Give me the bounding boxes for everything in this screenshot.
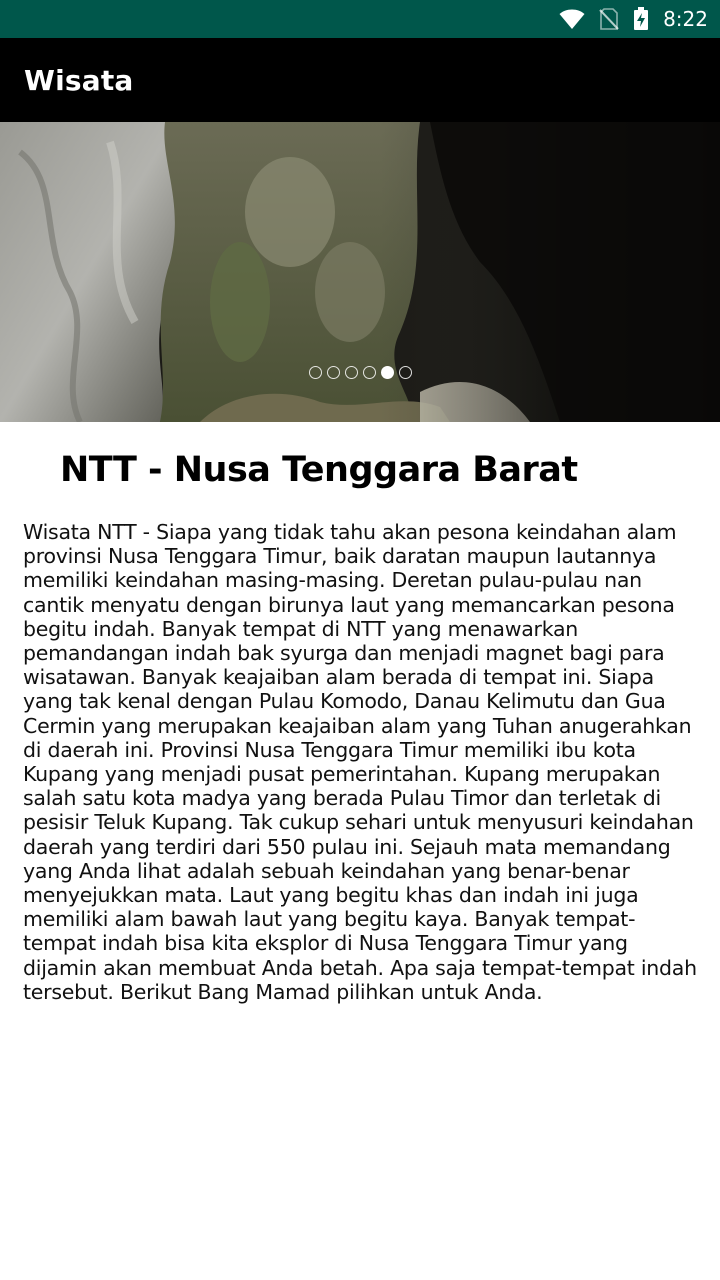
carousel-dot-active[interactable] <box>380 366 394 379</box>
wifi-icon <box>559 8 585 30</box>
app-title: Wisata <box>24 63 134 97</box>
carousel-dot[interactable] <box>344 366 358 379</box>
battery-charging-icon <box>633 7 649 31</box>
page-heading: NTT - Nusa Tenggara Barat <box>60 450 578 490</box>
carousel-dot[interactable] <box>362 366 376 379</box>
carousel-indicator <box>0 366 720 384</box>
app-bar: Wisata <box>0 38 720 122</box>
description-text: Wisata NTT - Siapa yang tidak tahu akan … <box>23 520 697 1004</box>
carousel-dot[interactable] <box>326 366 340 379</box>
status-time: 8:22 <box>663 7 708 31</box>
no-sim-icon <box>599 8 619 30</box>
status-bar: 8:22 <box>0 0 720 38</box>
carousel-dot[interactable] <box>308 366 322 379</box>
carousel-dot[interactable] <box>398 366 412 379</box>
